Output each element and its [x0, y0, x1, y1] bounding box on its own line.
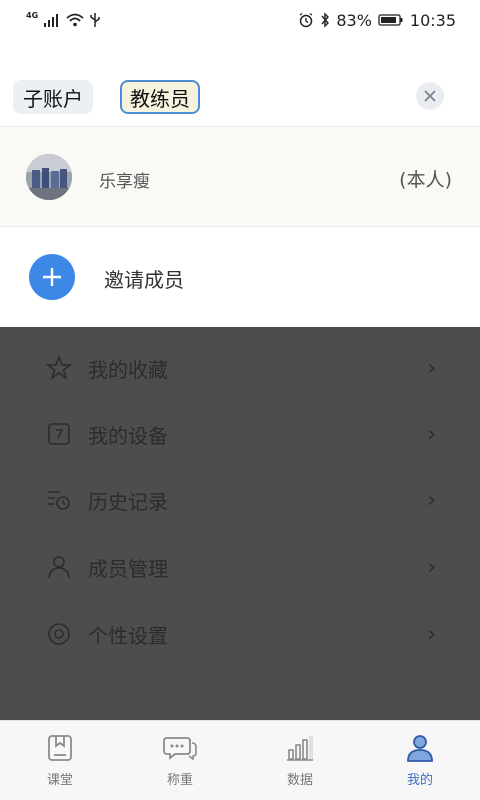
tab-coach[interactable]: 教练员	[120, 80, 200, 114]
battery-percent: 83%	[336, 10, 372, 30]
status-bar: 4G 83% 10:35	[0, 0, 480, 40]
menu-label: 历史记录	[88, 489, 168, 514]
nav-item-data[interactable]: 数据	[240, 721, 360, 800]
menu-item-settings[interactable]: 个性设置 ›	[0, 601, 480, 667]
menu-label: 我的收藏	[88, 357, 168, 382]
clock: 10:35	[409, 10, 456, 30]
device-icon	[48, 423, 70, 445]
profile-icon	[407, 735, 433, 762]
avatar-image	[26, 154, 72, 200]
menu-label: 个性设置	[88, 623, 168, 648]
settings-icon	[48, 623, 70, 645]
invite-plus-button[interactable]	[29, 254, 75, 300]
bar-chart-icon	[287, 736, 313, 761]
members-icon	[48, 556, 70, 579]
menu-item-members[interactable]: 成员管理 ›	[0, 534, 480, 600]
member-self-tag: (本人)	[399, 169, 452, 191]
nav-item-weigh[interactable]: 称重	[120, 721, 240, 800]
menu-label: 成员管理	[88, 556, 168, 581]
nav-label: 数据	[286, 773, 313, 788]
menu-item-history[interactable]: 历史记录 ›	[0, 467, 480, 533]
history-icon	[48, 491, 70, 510]
account-sheet-header: 子账户 教练员	[0, 40, 480, 127]
usb-icon	[90, 13, 100, 27]
dim-overlay[interactable]: 我的收藏 › 我的设备 › 历史记录 › 成员管理 › 个性设置 ›	[0, 327, 480, 720]
bluetooth-icon	[321, 12, 330, 28]
close-icon	[424, 90, 436, 102]
chevron-right-icon: ›	[427, 554, 436, 580]
battery-icon	[378, 14, 403, 26]
member-row[interactable]: 乐享瘦 (本人)	[0, 127, 480, 227]
signal-icon	[44, 14, 59, 27]
classroom-icon	[48, 735, 72, 761]
nav-label: 我的	[406, 773, 433, 788]
star-icon	[46, 355, 72, 381]
menu-item-devices[interactable]: 我的设备 ›	[0, 401, 480, 467]
menu-label: 我的设备	[88, 423, 168, 448]
menu-item-favorites[interactable]: 我的收藏 ›	[0, 335, 480, 401]
bottom-nav: 课堂 称重 数据 我的	[0, 720, 480, 800]
status-right: 83% 10:35	[298, 11, 456, 30]
wifi-icon	[66, 13, 84, 27]
avatar	[26, 154, 72, 200]
nav-label: 称重	[166, 773, 193, 788]
chevron-right-icon: ›	[427, 487, 436, 513]
chevron-right-icon: ›	[427, 421, 436, 447]
network-type: 4G	[26, 10, 39, 20]
tab-sub-account[interactable]: 子账户	[13, 80, 93, 114]
member-name: 乐享瘦	[99, 172, 150, 192]
alarm-icon	[299, 12, 313, 28]
nav-item-classroom[interactable]: 课堂	[0, 721, 120, 800]
invite-member-row[interactable]: 邀请成员	[0, 228, 480, 327]
status-left: 4G	[26, 10, 100, 28]
plus-icon	[43, 268, 61, 286]
weigh-chat-icon	[163, 737, 197, 761]
chevron-right-icon: ›	[427, 621, 436, 647]
nav-item-mine[interactable]: 我的	[360, 721, 480, 800]
invite-label: 邀请成员	[104, 268, 184, 292]
nav-label: 课堂	[46, 773, 73, 788]
close-button[interactable]	[416, 82, 444, 110]
chevron-right-icon: ›	[427, 355, 436, 381]
